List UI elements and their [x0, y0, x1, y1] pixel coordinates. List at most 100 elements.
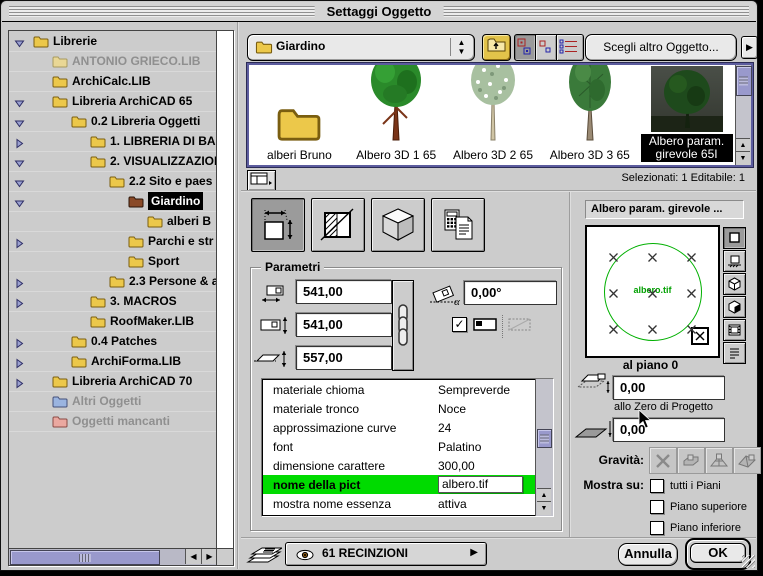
browser-item-alberi-bruno[interactable]: alberi Bruno [251, 105, 348, 165]
title-bar[interactable]: Settaggi Oggetto [2, 2, 756, 22]
parameter-value[interactable]: Palatino [438, 440, 481, 454]
link-dimensions-button[interactable] [392, 280, 414, 371]
checkbox[interactable] [650, 479, 664, 493]
tree-item-label: RoofMaker.LIB [110, 312, 194, 330]
browser-item-albero-3d-3-65[interactable]: Albero 3D 3 65 [541, 65, 638, 165]
hotspot-x-icon [609, 321, 618, 330]
scrollbar-thumb[interactable] [736, 66, 752, 96]
parameter-value[interactable]: attiva [438, 497, 467, 511]
tree-item-2-2-sito-e-paes[interactable]: 2.2 Sito e paes [9, 172, 216, 192]
tree-item-2-3-persone-a[interactable]: 2.3 Persone & a [9, 272, 216, 292]
tree-item-roofmaker-lib[interactable]: RoofMaker.LIB [9, 312, 216, 332]
dimension-a-field[interactable]: 541,00 [296, 280, 392, 304]
gravity-roof-button[interactable] [733, 447, 761, 474]
parameter-row-materiale-chioma[interactable]: materiale chiomaSempreverde [263, 380, 535, 399]
preview-picture-button[interactable] [723, 319, 746, 341]
show-on-option-piano-superiore: Piano superiore [650, 496, 747, 517]
browser-vertical-scrollbar[interactable]: ▲ ▼ [735, 65, 751, 165]
scroll-up-button[interactable]: ▲ [736, 138, 750, 152]
dimensions-tab-icon [259, 206, 297, 244]
small-icon-view-button[interactable] [536, 34, 557, 61]
parameter-row-materiale-tronco[interactable]: materiale troncoNoce [263, 399, 535, 418]
tree-item-0-2-libreria-oggetti[interactable]: 0.2 Libreria Oggetti [9, 112, 216, 132]
tree-item-altri-oggetti[interactable]: Altri Oggetti [9, 392, 216, 412]
tree-item-parchi-e-str[interactable]: Parchi e str [9, 232, 216, 252]
tab-3d-model[interactable] [371, 198, 425, 252]
folder-popup-menu[interactable]: Giardino ▲▼ [247, 34, 475, 61]
parameter-value[interactable]: 300,00 [438, 459, 475, 473]
preview-description-button[interactable] [723, 342, 746, 364]
scroll-left-button[interactable]: ◀ [185, 549, 201, 564]
dimension-c-field[interactable]: 557,00 [296, 346, 392, 370]
parent-folder-button[interactable] [482, 34, 511, 61]
ok-button[interactable]: OK [690, 543, 746, 563]
base-offset-field[interactable]: 0,00 [613, 418, 725, 442]
checkbox[interactable] [650, 521, 664, 535]
tree-item-libreria-archicad-65[interactable]: Libreria ArchiCAD 65 [9, 92, 216, 112]
parameter-value[interactable]: Noce [438, 402, 466, 416]
preview-3d-shaded-button[interactable] [723, 296, 746, 318]
parameter-value[interactable]: 24 [438, 421, 451, 435]
tree-item-archicalc-lib[interactable]: ArchiCalc.LIB [9, 72, 216, 92]
parameter-row-nome-della-pict[interactable]: nome della pictalbero.tif [263, 475, 535, 494]
preview-3d-wireframe-button[interactable] [723, 273, 746, 295]
browser-item-albero-param-girevole-65i[interactable]: Albero param. girevole 65I [638, 66, 735, 165]
toolbar-more-button[interactable]: ▶ [741, 36, 758, 59]
choose-other-object-button[interactable]: Scegli altro Oggetto... [585, 34, 737, 61]
tree-item-oggetti-mancanti[interactable]: Oggetti mancanti [9, 412, 216, 432]
tree-item-2-visualizzazion[interactable]: 2. VISUALIZZAZION [9, 152, 216, 172]
mirror-checkbox[interactable]: ✓ [452, 317, 467, 332]
scroll-down-button[interactable]: ▼ [537, 501, 551, 515]
browser-item-albero-3d-2-65[interactable]: Albero 3D 2 65 [445, 65, 542, 165]
panel-layout-popup-button[interactable] [247, 170, 276, 191]
cancel-button[interactable]: Annulla [618, 543, 678, 566]
parameter-row-approssimazione-curve[interactable]: approssimazione curve24 [263, 418, 535, 437]
parameter-value-field[interactable]: albero.tif [438, 476, 523, 493]
tree-horizontal-scrollbar[interactable]: ◀ ▶ [9, 548, 217, 565]
gravity-slab-button[interactable] [677, 447, 705, 474]
gravity-mesh-button[interactable] [705, 447, 733, 474]
preview-elevation-button[interactable] [723, 250, 746, 272]
parameter-row-dimensione-carattere[interactable]: dimensione carattere300,00 [263, 456, 535, 475]
folder-icon [90, 155, 106, 173]
large-icon-view-button[interactable] [514, 34, 536, 61]
tree-item-label: 0.4 Patches [91, 332, 157, 350]
scroll-down-button[interactable]: ▼ [736, 151, 750, 165]
preview-plan-button[interactable] [723, 227, 746, 249]
tree-item-archiforma-lib[interactable]: ArchiForma.LIB [9, 352, 216, 372]
view-mode-group [514, 34, 584, 59]
scrollbar-thumb[interactable] [537, 429, 552, 448]
tree-item-0-4-patches[interactable]: 0.4 Patches [9, 332, 216, 352]
tree-item-3-macros[interactable]: 3. MACROS [9, 292, 216, 312]
browser-item-albero-3d-1-65[interactable]: Albero 3D 1 65 [348, 65, 445, 165]
table-vertical-scrollbar[interactable]: ▲ ▼ [535, 379, 553, 516]
resize-grip[interactable] [742, 555, 755, 568]
tree-item-antonio-grieco-lib[interactable]: ANTONIO GRIECO.LIB [9, 52, 216, 72]
dimension-b-field[interactable]: 541,00 [296, 313, 392, 337]
scrollbar-thumb[interactable] [10, 550, 160, 565]
tree-item-libreria-archicad-70[interactable]: Libreria ArchiCAD 70 [9, 372, 216, 392]
parameter-row-mostra-nome-essenza[interactable]: mostra nome essenzaattiva [263, 494, 535, 513]
parameter-value[interactable]: Sempreverde [438, 383, 510, 397]
tree-item-1-libreria-di-bas[interactable]: 1. LIBRERIA DI BAS [9, 132, 216, 152]
gravity-none-button[interactable] [649, 447, 677, 474]
tree-item-alberi-b[interactable]: alberi B [9, 212, 216, 232]
scroll-up-button[interactable]: ▲ [537, 488, 551, 502]
tree-item-sport[interactable]: Sport [9, 252, 216, 272]
hotspot-x-icon [648, 285, 657, 294]
folder-icon [90, 135, 106, 153]
list-view-button[interactable] [557, 34, 584, 61]
scroll-right-button[interactable]: ▶ [201, 549, 217, 564]
parameter-row-font[interactable]: fontPalatino [263, 437, 535, 456]
layer-popup-menu[interactable]: 61 RECINZIONI ▶ [285, 542, 487, 566]
tree-item-librerie[interactable]: Librerie [9, 32, 216, 52]
tree-item-giardino[interactable]: Giardino [9, 192, 216, 212]
tab-quantities[interactable] [431, 198, 485, 252]
parameters-group-label: Parametri [261, 260, 324, 274]
tab-dimensions[interactable] [251, 198, 305, 252]
tree-vertical-scrollbar[interactable] [216, 31, 233, 548]
checkbox[interactable] [650, 500, 664, 514]
elevation-field[interactable]: 0,00 [613, 376, 725, 400]
tab-2d-fill[interactable] [311, 198, 365, 252]
rotation-angle-field[interactable]: 0,00° [464, 281, 557, 305]
